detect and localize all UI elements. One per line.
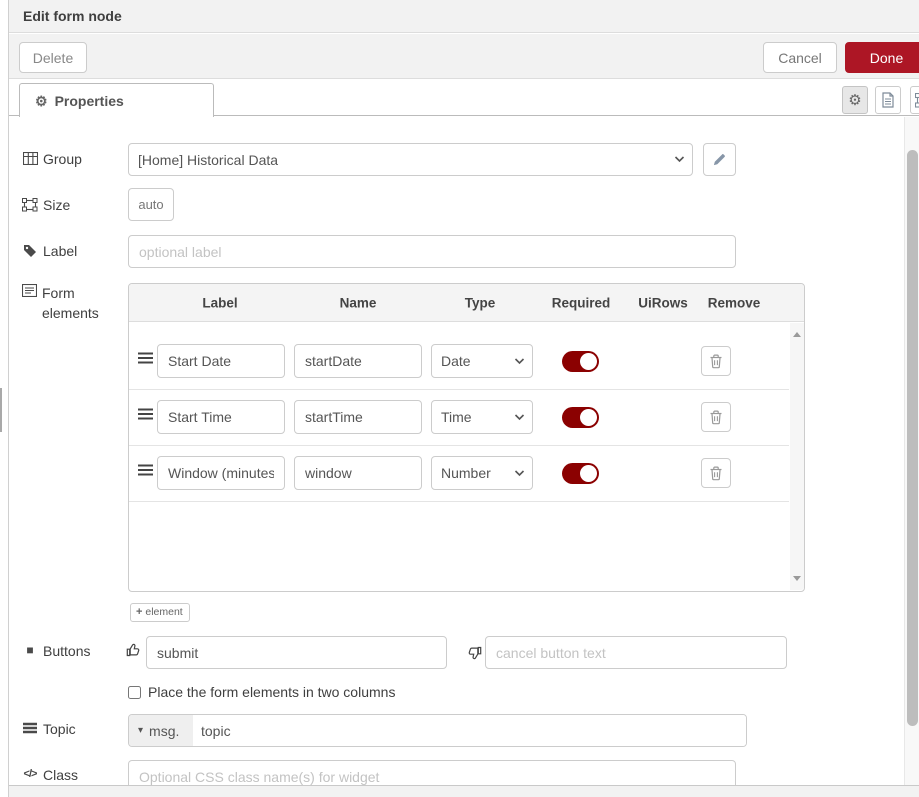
toggle-knob — [580, 353, 597, 370]
group-select[interactable]: [Home] Historical Data — [128, 143, 693, 176]
remove-element-button[interactable] — [701, 346, 731, 376]
column-header-uirows: UiRows — [638, 295, 688, 310]
form-element-row: Number — [129, 446, 789, 502]
column-header-required: Required — [552, 295, 611, 310]
object-size-icon — [22, 198, 38, 212]
trash-icon — [709, 466, 723, 481]
description-view-button[interactable] — [875, 86, 901, 114]
element-type-select[interactable]: Number — [431, 456, 533, 490]
element-label-input[interactable] — [157, 344, 285, 378]
thumbs-up-icon — [126, 642, 142, 658]
required-toggle[interactable] — [562, 407, 599, 428]
form-element-row: Time — [129, 390, 789, 446]
document-icon — [881, 92, 895, 108]
scroll-up-icon[interactable] — [793, 332, 801, 337]
buttons-field-label: ■ Buttons — [22, 643, 90, 659]
drag-handle-icon[interactable] — [138, 464, 153, 476]
scrollbar-thumb[interactable] — [907, 150, 918, 726]
gear-icon: ⚙ — [35, 94, 48, 108]
done-button[interactable]: Done — [845, 42, 919, 73]
size-auto-button[interactable]: auto — [128, 188, 174, 221]
element-name-input[interactable] — [294, 456, 422, 490]
dialog-toolbar: Delete Cancel Done — [9, 34, 919, 79]
form-elements-field-label: Form elements — [22, 283, 118, 324]
topic-field-label: Topic — [22, 721, 76, 737]
tab-bar: ⚙ Properties ⚙ — [9, 80, 919, 116]
two-columns-checkbox[interactable] — [128, 686, 141, 699]
element-label-input[interactable] — [157, 456, 285, 490]
topic-value-input[interactable] — [193, 715, 746, 746]
topic-type-label: msg. — [149, 723, 179, 739]
properties-view-button[interactable]: ⚙ — [842, 86, 868, 114]
cancel-button-text-input[interactable] — [485, 636, 787, 669]
drag-handle-icon[interactable] — [138, 408, 153, 420]
tag-icon — [22, 244, 38, 258]
form-element-row: Date — [129, 334, 789, 390]
add-element-button[interactable]: + element — [130, 603, 190, 622]
label-input[interactable] — [128, 235, 736, 268]
element-name-input[interactable] — [294, 400, 422, 434]
elements-table-body: Date Time — [129, 322, 804, 591]
table-grid-icon — [22, 152, 38, 165]
code-brackets-icon: </> — [22, 768, 38, 780]
size-field-label: Size — [22, 197, 70, 213]
appearance-view-button[interactable] — [910, 86, 919, 114]
gear-icon: ⚙ — [848, 93, 861, 108]
pencil-icon — [712, 152, 727, 167]
topic-typed-input: ▾ msg. — [128, 714, 747, 747]
topic-type-selector[interactable]: ▾ msg. — [129, 715, 193, 746]
object-group-icon — [915, 93, 919, 108]
element-label-input[interactable] — [157, 400, 285, 434]
required-toggle[interactable] — [562, 351, 599, 372]
tab-properties[interactable]: ⚙ Properties — [19, 83, 214, 117]
element-name-input[interactable] — [294, 344, 422, 378]
trash-icon — [709, 410, 723, 425]
table-scrollbar[interactable] — [790, 323, 804, 590]
remove-element-button[interactable] — [701, 458, 731, 488]
class-field-label: </> Class — [22, 767, 78, 783]
delete-button[interactable]: Delete — [19, 42, 87, 73]
element-type-select[interactable]: Time — [431, 400, 533, 434]
drag-handle-icon[interactable] — [138, 352, 153, 364]
trash-icon — [709, 354, 723, 369]
cancel-button[interactable]: Cancel — [763, 42, 837, 73]
bars-icon — [22, 722, 38, 734]
tab-properties-label: Properties — [55, 93, 124, 109]
thumbs-down-icon — [466, 645, 482, 661]
label-field-label: Label — [22, 243, 77, 259]
editor-left-scroll-mark — [0, 388, 2, 432]
edit-group-button[interactable] — [703, 143, 736, 176]
solid-square-icon: ■ — [22, 643, 38, 657]
form-elements-table: Label Name Type Required UiRows Remove D… — [128, 283, 805, 592]
toggle-knob — [580, 409, 597, 426]
dialog-header: Edit form node — [9, 0, 919, 33]
dialog-title: Edit form node — [23, 8, 122, 24]
column-header-remove: Remove — [708, 295, 761, 310]
list-box-icon — [22, 284, 37, 297]
submit-button-text-input[interactable] — [146, 636, 447, 669]
vertical-scrollbar[interactable] — [904, 117, 919, 785]
caret-down-icon: ▾ — [138, 725, 143, 736]
column-header-type: Type — [465, 295, 496, 310]
two-columns-label[interactable]: Place the form elements in two columns — [148, 684, 395, 700]
scroll-down-icon[interactable] — [793, 576, 801, 581]
dialog-footer-edge — [9, 785, 919, 797]
column-header-name: Name — [340, 295, 377, 310]
group-field-label: Group — [22, 151, 82, 167]
form-elements-table-header: Label Name Type Required UiRows Remove — [129, 284, 804, 322]
column-header-label: Label — [202, 295, 237, 310]
required-toggle[interactable] — [562, 463, 599, 484]
element-type-select[interactable]: Date — [431, 344, 533, 378]
toggle-knob — [580, 465, 597, 482]
remove-element-button[interactable] — [701, 402, 731, 432]
